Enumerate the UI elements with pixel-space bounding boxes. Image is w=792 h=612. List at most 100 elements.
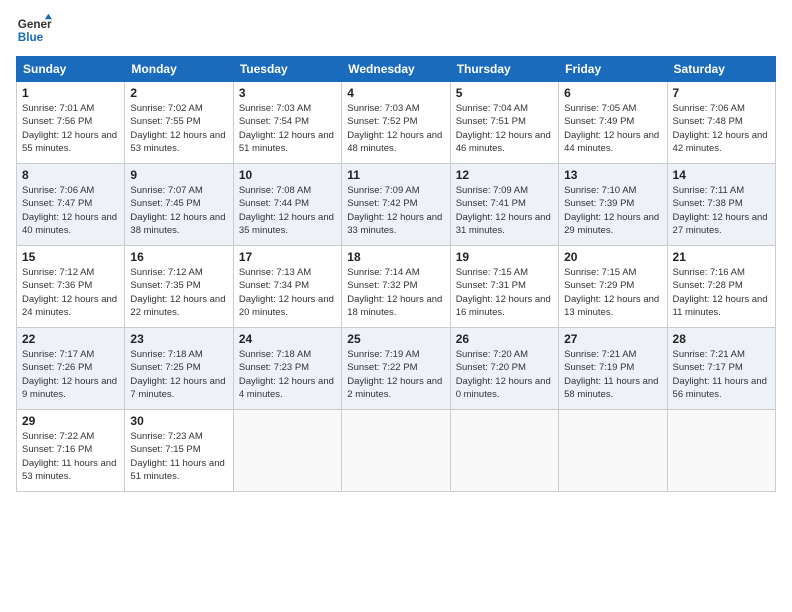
- day-info: Sunrise: 7:02 AMSunset: 7:55 PMDaylight:…: [130, 102, 227, 155]
- calendar-cell: 20 Sunrise: 7:15 AMSunset: 7:29 PMDayligh…: [559, 246, 667, 328]
- day-number: 6: [564, 86, 661, 100]
- calendar-cell: [559, 410, 667, 492]
- day-info: Sunrise: 7:03 AMSunset: 7:54 PMDaylight:…: [239, 102, 336, 155]
- day-number: 17: [239, 250, 336, 264]
- col-sunday: Sunday: [17, 57, 125, 82]
- logo: General Blue: [16, 12, 52, 48]
- day-info: Sunrise: 7:22 AMSunset: 7:16 PMDaylight:…: [22, 430, 119, 483]
- calendar-cell: 19 Sunrise: 7:15 AMSunset: 7:31 PMDayligh…: [450, 246, 558, 328]
- day-info: Sunrise: 7:16 AMSunset: 7:28 PMDaylight:…: [673, 266, 770, 319]
- calendar-cell: 22 Sunrise: 7:17 AMSunset: 7:26 PMDayligh…: [17, 328, 125, 410]
- header-row: Sunday Monday Tuesday Wednesday Thursday…: [17, 57, 776, 82]
- day-number: 10: [239, 168, 336, 182]
- calendar-cell: 7Sunrise: 7:06 AMSunset: 7:48 PMDaylight…: [667, 82, 775, 164]
- day-info: Sunrise: 7:03 AMSunset: 7:52 PMDaylight:…: [347, 102, 444, 155]
- col-saturday: Saturday: [667, 57, 775, 82]
- calendar-cell: 18Sunrise: 7:14 AMSunset: 7:32 PMDayligh…: [342, 246, 450, 328]
- day-number: 19: [456, 250, 553, 264]
- day-number: 2: [130, 86, 227, 100]
- calendar-cell: 14 Sunrise: 7:11 AMSunset: 7:38 PMDayligh…: [667, 164, 775, 246]
- calendar-cell: 10 Sunrise: 7:08 AMSunset: 7:44 PMDayligh…: [233, 164, 341, 246]
- day-number: 22: [22, 332, 119, 346]
- svg-text:Blue: Blue: [18, 31, 44, 44]
- day-number: 13: [564, 168, 661, 182]
- day-number: 20: [564, 250, 661, 264]
- day-number: 11: [347, 168, 444, 182]
- day-number: 28: [673, 332, 770, 346]
- day-number: 3: [239, 86, 336, 100]
- day-number: 23: [130, 332, 227, 346]
- day-number: 12: [456, 168, 553, 182]
- calendar-cell: 24 Sunrise: 7:18 AMSunset: 7:23 PMDayligh…: [233, 328, 341, 410]
- day-number: 27: [564, 332, 661, 346]
- calendar-cell: 23 Sunrise: 7:18 AMSunset: 7:25 PMDayligh…: [125, 328, 233, 410]
- day-number: 24: [239, 332, 336, 346]
- calendar-cell: 21 Sunrise: 7:16 AMSunset: 7:28 PMDayligh…: [667, 246, 775, 328]
- calendar-cell: 12 Sunrise: 7:09 AMSunset: 7:41 PMDayligh…: [450, 164, 558, 246]
- day-info: Sunrise: 7:15 AMSunset: 7:29 PMDaylight:…: [564, 266, 661, 319]
- day-info: Sunrise: 7:07 AMSunset: 7:45 PMDaylight:…: [130, 184, 227, 237]
- day-number: 8: [22, 168, 119, 182]
- col-monday: Monday: [125, 57, 233, 82]
- day-info: Sunrise: 7:06 AMSunset: 7:47 PMDaylight:…: [22, 184, 119, 237]
- day-number: 7: [673, 86, 770, 100]
- day-info: Sunrise: 7:04 AMSunset: 7:51 PMDaylight:…: [456, 102, 553, 155]
- day-number: 5: [456, 86, 553, 100]
- day-info: Sunrise: 7:21 AMSunset: 7:19 PMDaylight:…: [564, 348, 661, 401]
- day-info: Sunrise: 7:20 AMSunset: 7:20 PMDaylight:…: [456, 348, 553, 401]
- day-info: Sunrise: 7:23 AMSunset: 7:15 PMDaylight:…: [130, 430, 227, 483]
- calendar-table: Sunday Monday Tuesday Wednesday Thursday…: [16, 56, 776, 492]
- day-info: Sunrise: 7:13 AMSunset: 7:34 PMDaylight:…: [239, 266, 336, 319]
- general-blue-logo-icon: General Blue: [16, 12, 52, 48]
- day-info: Sunrise: 7:12 AMSunset: 7:35 PMDaylight:…: [130, 266, 227, 319]
- day-info: Sunrise: 7:09 AMSunset: 7:41 PMDaylight:…: [456, 184, 553, 237]
- calendar-cell: 4 Sunrise: 7:03 AMSunset: 7:52 PMDaylight…: [342, 82, 450, 164]
- day-info: Sunrise: 7:11 AMSunset: 7:38 PMDaylight:…: [673, 184, 770, 237]
- day-number: 29: [22, 414, 119, 428]
- calendar-cell: 2 Sunrise: 7:02 AMSunset: 7:55 PMDaylight…: [125, 82, 233, 164]
- col-tuesday: Tuesday: [233, 57, 341, 82]
- day-info: Sunrise: 7:15 AMSunset: 7:31 PMDaylight:…: [456, 266, 553, 319]
- calendar-cell: [342, 410, 450, 492]
- calendar-week-row: 8 Sunrise: 7:06 AMSunset: 7:47 PMDaylight…: [17, 164, 776, 246]
- calendar-week-row: 15Sunrise: 7:12 AMSunset: 7:36 PMDayligh…: [17, 246, 776, 328]
- calendar-cell: 11Sunrise: 7:09 AMSunset: 7:42 PMDayligh…: [342, 164, 450, 246]
- day-number: 26: [456, 332, 553, 346]
- calendar-cell: [667, 410, 775, 492]
- col-thursday: Thursday: [450, 57, 558, 82]
- calendar-cell: 26 Sunrise: 7:20 AMSunset: 7:20 PMDayligh…: [450, 328, 558, 410]
- day-info: Sunrise: 7:18 AMSunset: 7:23 PMDaylight:…: [239, 348, 336, 401]
- calendar-cell: [450, 410, 558, 492]
- day-info: Sunrise: 7:05 AMSunset: 7:49 PMDaylight:…: [564, 102, 661, 155]
- day-info: Sunrise: 7:08 AMSunset: 7:44 PMDaylight:…: [239, 184, 336, 237]
- calendar-week-row: 22 Sunrise: 7:17 AMSunset: 7:26 PMDayligh…: [17, 328, 776, 410]
- calendar-cell: 28Sunrise: 7:21 AMSunset: 7:17 PMDayligh…: [667, 328, 775, 410]
- day-info: Sunrise: 7:18 AMSunset: 7:25 PMDaylight:…: [130, 348, 227, 401]
- day-number: 4: [347, 86, 444, 100]
- calendar-cell: 9Sunrise: 7:07 AMSunset: 7:45 PMDaylight…: [125, 164, 233, 246]
- calendar-body: 1 Sunrise: 7:01 AMSunset: 7:56 PMDaylight…: [17, 82, 776, 492]
- day-number: 15: [22, 250, 119, 264]
- day-info: Sunrise: 7:17 AMSunset: 7:26 PMDaylight:…: [22, 348, 119, 401]
- calendar-cell: 8 Sunrise: 7:06 AMSunset: 7:47 PMDaylight…: [17, 164, 125, 246]
- calendar-cell: 16Sunrise: 7:12 AMSunset: 7:35 PMDayligh…: [125, 246, 233, 328]
- day-info: Sunrise: 7:14 AMSunset: 7:32 PMDaylight:…: [347, 266, 444, 319]
- calendar-cell: 13 Sunrise: 7:10 AMSunset: 7:39 PMDayligh…: [559, 164, 667, 246]
- calendar-cell: 5 Sunrise: 7:04 AMSunset: 7:51 PMDaylight…: [450, 82, 558, 164]
- day-number: 21: [673, 250, 770, 264]
- day-info: Sunrise: 7:10 AMSunset: 7:39 PMDaylight:…: [564, 184, 661, 237]
- day-number: 25: [347, 332, 444, 346]
- day-number: 1: [22, 86, 119, 100]
- page: General Blue Sunday Monday Tuesday Wedne…: [0, 0, 792, 612]
- day-info: Sunrise: 7:01 AMSunset: 7:56 PMDaylight:…: [22, 102, 119, 155]
- calendar-cell: 27 Sunrise: 7:21 AMSunset: 7:19 PMDayligh…: [559, 328, 667, 410]
- col-wednesday: Wednesday: [342, 57, 450, 82]
- calendar-cell: 6 Sunrise: 7:05 AMSunset: 7:49 PMDaylight…: [559, 82, 667, 164]
- calendar-cell: [233, 410, 341, 492]
- calendar-week-row: 1 Sunrise: 7:01 AMSunset: 7:56 PMDaylight…: [17, 82, 776, 164]
- day-number: 14: [673, 168, 770, 182]
- calendar-cell: 25Sunrise: 7:19 AMSunset: 7:22 PMDayligh…: [342, 328, 450, 410]
- calendar-week-row: 29 Sunrise: 7:22 AMSunset: 7:16 PMDayligh…: [17, 410, 776, 492]
- calendar-cell: 17 Sunrise: 7:13 AMSunset: 7:34 PMDayligh…: [233, 246, 341, 328]
- svg-text:General: General: [18, 18, 52, 31]
